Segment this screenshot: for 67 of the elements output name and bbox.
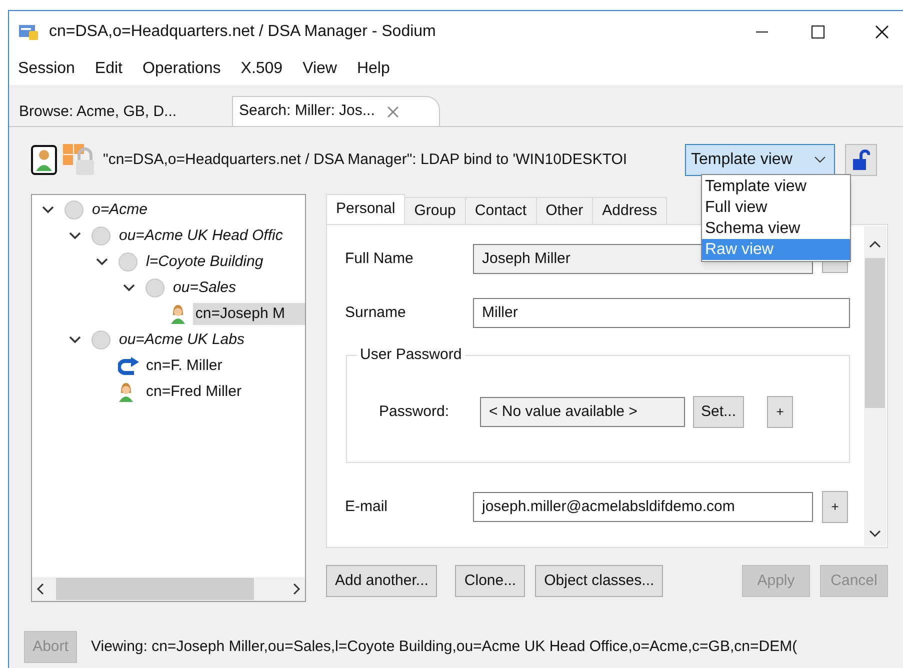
close-icon[interactable] — [875, 25, 889, 39]
field-label: Surname — [345, 302, 407, 323]
tree-item[interactable]: l=Coyote Building — [144, 250, 264, 274]
close-tab-icon[interactable] — [386, 106, 399, 118]
status-text: Viewing: cn=Joseph Miller,ou=Sales,l=Coyote Building,ou=Acme UK Head Office,o=Acme,c=GB,cn=DEM( — [91, 636, 798, 657]
lock-icon — [63, 144, 97, 176]
circle-icon — [145, 278, 165, 298]
menu-item[interactable]: Session — [18, 57, 75, 81]
surname-field[interactable]: Miller — [473, 298, 850, 328]
curved-arrow-icon — [118, 357, 140, 375]
tree-item[interactable]: cn=Joseph M — [193, 302, 305, 326]
scroll-right-icon[interactable] — [291, 583, 301, 595]
tab[interactable]: Browse: Acme, GB, D... — [14, 99, 224, 126]
vertical-scrollbar[interactable] — [864, 226, 886, 546]
unlock-icon — [852, 149, 870, 171]
field-label: Full Name — [345, 248, 414, 269]
email-field[interactable]: joseph.miller@acmelabsldifdemo.com — [473, 492, 813, 522]
tab[interactable]: Search: Miller: Jos... — [232, 96, 440, 126]
circle-icon — [118, 252, 138, 272]
tab[interactable]: Personal — [326, 194, 406, 224]
add-value-button[interactable]: + — [767, 396, 793, 428]
action-button[interactable]: Add another... — [326, 565, 438, 597]
person-icon — [170, 304, 186, 324]
menu-item[interactable]: Edit — [94, 57, 122, 81]
tree-item[interactable]: ou=Acme UK Labs — [117, 328, 244, 352]
password-field: < No value available > — [480, 397, 685, 427]
menu-item[interactable]: Operations — [142, 57, 221, 81]
field-label: Password: — [379, 402, 450, 422]
tree-item[interactable]: ou=Sales — [171, 276, 236, 300]
tree-item[interactable]: cn=F. Miller — [144, 354, 222, 378]
menu-item[interactable]: X.509 — [240, 57, 283, 81]
add-value-button[interactable]: + — [822, 491, 848, 523]
scrollbar-thumb[interactable] — [865, 258, 885, 408]
action-button[interactable]: Object classes... — [535, 565, 664, 597]
tree-item[interactable]: ou=Acme UK Head Offic — [117, 224, 283, 248]
dropdown-option[interactable]: Full view — [702, 197, 850, 218]
field-label: E-mail — [345, 496, 389, 517]
circle-icon — [64, 200, 84, 220]
chevron-down-icon — [814, 156, 826, 164]
circle-icon — [91, 330, 111, 350]
person-icon[interactable] — [31, 145, 57, 175]
chevron-down-icon[interactable] — [69, 232, 81, 240]
view-dropdown[interactable]: Template view — [685, 144, 835, 176]
scroll-up-icon[interactable] — [869, 240, 881, 248]
chevron-down-icon[interactable] — [123, 284, 135, 292]
chevron-down-icon[interactable] — [96, 258, 108, 266]
menu-item[interactable]: View — [302, 57, 337, 81]
scroll-down-icon[interactable] — [869, 530, 881, 538]
dropdown-option[interactable]: Template view — [702, 176, 850, 197]
tree-item[interactable]: cn=Fred Miller — [144, 380, 242, 404]
horizontal-scrollbar[interactable] — [32, 577, 305, 601]
scroll-left-icon[interactable] — [36, 583, 46, 595]
menu-item[interactable]: Help — [356, 57, 390, 81]
person-icon — [118, 382, 134, 402]
app-icon — [19, 23, 39, 41]
circle-icon — [91, 226, 111, 246]
action-button[interactable]: Clone... — [455, 565, 526, 597]
chevron-down-icon[interactable] — [69, 336, 81, 344]
chevron-down-icon[interactable] — [42, 206, 54, 214]
maximize-icon[interactable] — [811, 25, 825, 39]
tree-item[interactable]: o=Acme — [90, 198, 148, 222]
dropdown-option[interactable]: Schema view — [702, 218, 850, 239]
scrollbar-thumb[interactable] — [56, 578, 254, 600]
bind-status-text: "cn=DSA,o=Headquarters.net / DSA Manager": LDAP bind to 'WIN10DESKTOI — [103, 150, 628, 170]
window-title: cn=DSA,o=Headquarters.net / DSA Manager - Sodium — [49, 22, 436, 42]
set-button[interactable]: Set... — [693, 396, 744, 428]
unlock-button[interactable] — [845, 144, 877, 176]
